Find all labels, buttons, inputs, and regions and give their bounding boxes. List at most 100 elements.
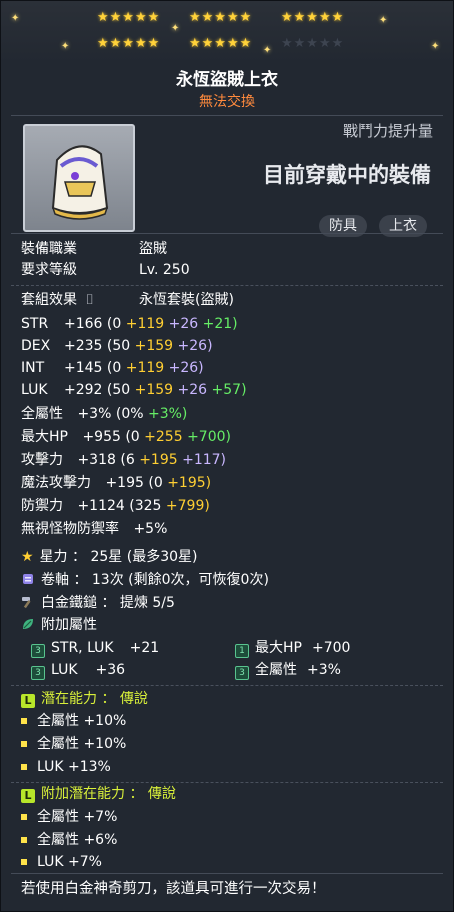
stat-total: +1124	[77, 498, 125, 514]
potential-line: 全屬性 +10%	[21, 734, 126, 754]
additional-potential-line: 全屬性 +7%	[21, 807, 117, 827]
bullet-icon	[21, 859, 27, 865]
req-level-value: Lv. 250	[139, 262, 190, 278]
item-icon	[23, 124, 135, 232]
stat-star: +700)	[187, 429, 231, 445]
bullet-icon	[21, 741, 27, 747]
stat-row-all-stat: 全屬性 +3% (0% +3%)	[21, 404, 187, 424]
legendary-icon: L	[21, 694, 35, 708]
stat-name: INT	[21, 360, 45, 376]
star-group-2: ★★★★★	[189, 10, 253, 25]
stat-value: +166 (0 +119 +26 +21)	[64, 316, 238, 332]
bonus-line: 3 LUK +36	[31, 660, 125, 680]
stat-total: +195	[105, 475, 144, 491]
bonus-tier-icon: 3	[31, 666, 45, 680]
sparkle-icon: ✦	[171, 23, 180, 34]
req-level-row: 要求等級 Lv. 250	[21, 260, 190, 280]
stat-row-str: STR +166 (0 +119 +26 +21)	[21, 314, 441, 334]
sparkle-icon: ✦	[61, 41, 70, 52]
stat-row-luk: LUK +292 (50 +159 +26 +57)	[21, 380, 441, 400]
stat-base: (0	[148, 475, 163, 491]
potential-line: LUK +13%	[21, 757, 111, 777]
stat-row-attack: 攻擊力 +318 (6 +195 +117)	[21, 450, 226, 470]
star-group-6-empty: ★★★★★	[281, 36, 345, 51]
set-effect-label: 套組效果	[21, 292, 77, 308]
stat-row-ignore-def: 無視怪物防禦率 +5%	[21, 519, 167, 539]
stat-row-defense: 防禦力 +1124 (325 +799)	[21, 496, 210, 516]
stat-base: (0	[125, 429, 140, 445]
bullet-icon	[21, 718, 27, 724]
item-tooltip: ★★★★★ ★★★★★ ★★★★★ ★★★★★ ★★★★★ ★★★★★ ✦ ✦ …	[0, 0, 454, 912]
trade-hint: 若使用白金神奇剪刀，該道具可進行一次交易！	[21, 881, 326, 897]
star-group-1: ★★★★★	[97, 10, 161, 25]
trade-status: 無法交換	[199, 94, 255, 110]
additional-potential-line: 全屬性 +6%	[21, 830, 117, 850]
bullet-icon	[21, 837, 27, 843]
req-job-label: 裝備職業	[21, 241, 77, 257]
bonus-tier-icon: 3	[235, 666, 249, 680]
stat-flame: +195	[139, 452, 178, 468]
stat-flame: +799)	[165, 498, 210, 514]
robe-icon	[51, 145, 109, 220]
stat-name: 魔法攻擊力	[21, 475, 91, 491]
stat-name: 無視怪物防禦率	[21, 521, 119, 537]
stat-name: 防禦力	[21, 498, 63, 514]
legendary-icon: L	[21, 789, 35, 803]
sparkle-icon: ✦	[263, 45, 272, 56]
stat-total: +5%	[133, 521, 168, 537]
hammer-text: 白金鐵鎚 ： 提煉 5/5	[41, 595, 175, 611]
set-effect-value: 永恆套裝(盜賊)	[139, 292, 234, 308]
sparkle-icon: ✦	[379, 15, 388, 26]
bonus-tier-icon: 3	[31, 644, 45, 658]
leaf-icon	[23, 619, 33, 629]
stat-name: 最大HP	[21, 429, 68, 445]
sparkle-icon: ✦	[11, 13, 20, 24]
stat-base: (0%	[115, 406, 144, 422]
mouse-icon: ⌷	[85, 292, 94, 308]
stat-total: +318	[77, 452, 116, 468]
equipped-label: 目前穿戴中的裝備	[263, 163, 431, 187]
stat-star: +3%)	[147, 406, 188, 422]
stat-value: +145 (0 +119 +26)	[64, 360, 204, 376]
req-level-label: 要求等級	[21, 262, 77, 278]
bullet-icon	[21, 764, 27, 770]
divider	[11, 285, 443, 287]
star-force-banner: ★★★★★ ★★★★★ ★★★★★ ★★★★★ ★★★★★ ★★★★★ ✦ ✦ …	[1, 1, 453, 63]
stat-enhance: +117)	[182, 452, 227, 468]
req-job-row: 裝備職業 盜賊	[21, 239, 167, 259]
hammer-icon	[22, 597, 31, 609]
stat-base: (325	[129, 498, 162, 514]
scroll-text: 卷軸 ： 13次 (剩餘0次，可恢復0次)	[41, 572, 269, 588]
stat-name: DEX	[21, 338, 51, 354]
star-force-text: 星力 ： 25星 (最多30星)	[39, 549, 198, 565]
scroll-row: 卷軸 ： 13次 (剩餘0次，可恢復0次)	[21, 570, 269, 590]
bonus-line: 3 全屬性 +3%	[235, 660, 341, 680]
stat-total: +3%	[77, 406, 112, 422]
hammer-row: 白金鐵鎚 ： 提煉 5/5	[21, 593, 175, 613]
item-name: 永恆盜賊上衣	[176, 70, 278, 90]
stat-name: 攻擊力	[21, 452, 63, 468]
bullet-icon	[21, 814, 27, 820]
divider	[11, 873, 443, 874]
scroll-icon	[23, 574, 33, 584]
divider	[11, 685, 443, 687]
additional-potential-line: LUK +7%	[21, 852, 102, 872]
star-group-3: ★★★★★	[281, 10, 345, 25]
star-force-row: ★ 星力 ： 25星 (最多30星)	[21, 547, 197, 567]
bonus-header: 附加屬性	[41, 617, 97, 633]
star-group-4: ★★★★★	[97, 36, 161, 51]
stat-row-int: INT +145 (0 +119 +26)	[21, 358, 441, 378]
potential-line: 全屬性 +10%	[21, 711, 126, 731]
stat-value: +292 (50 +159 +26 +57)	[64, 382, 247, 398]
bonus-line: 3 STR, LUK +21	[31, 638, 159, 658]
stat-flame: +255	[144, 429, 183, 445]
additional-potential-header: L 附加潛在能力 ： 傳說	[21, 784, 176, 804]
potential-header: L 潛在能力 ： 傳說	[21, 689, 148, 709]
req-job-value: 盜賊	[139, 241, 167, 257]
stat-total: +955	[82, 429, 121, 445]
set-effect-row: 套組效果 ⌷ 永恆套裝(盜賊)	[21, 290, 234, 310]
divider	[11, 115, 443, 116]
sparkle-icon: ✦	[431, 41, 440, 52]
stat-flame: +195)	[167, 475, 212, 491]
stat-row-max-hp: 最大HP +955 (0 +255 +700)	[21, 427, 231, 447]
